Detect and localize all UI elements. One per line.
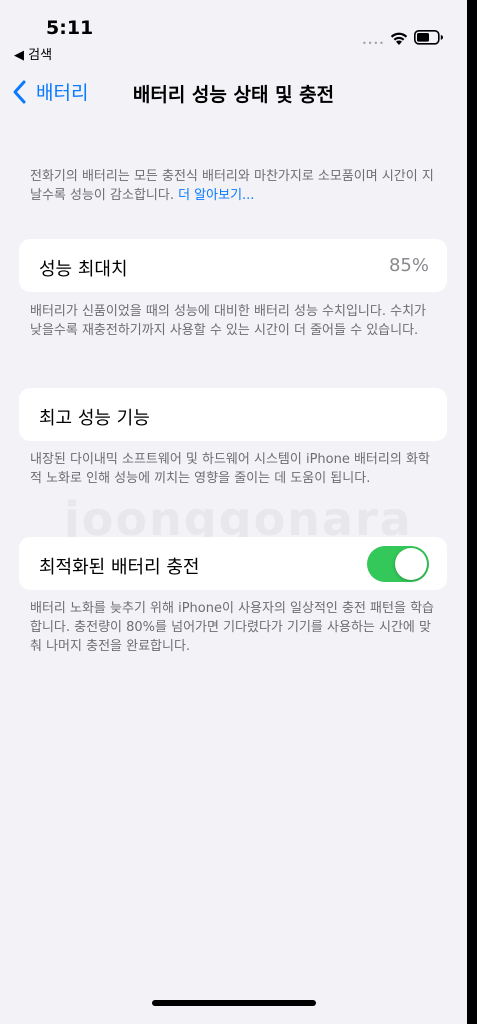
wifi-icon (390, 32, 408, 45)
intro-footnote: 전화기의 배터리는 모든 충전식 배터리와 마찬가지로 소모품이며 시간이 지날… (30, 167, 440, 205)
optimized-charging-toggle[interactable] (367, 546, 429, 582)
optimized-charging-footnote: 배터리 노화를 늦추기 위해 iPhone이 사용자의 일상적인 충전 패턴을 … (30, 601, 434, 654)
max-capacity-label: 성능 최대치 (39, 259, 128, 280)
battery-icon (414, 30, 443, 45)
back-to-search-link[interactable]: ◀ 검색 (14, 44, 52, 63)
peak-performance-label: 최고 성능 기능 (39, 408, 150, 429)
learn-more-link[interactable]: 더 알아보기... (178, 188, 254, 203)
peak-performance-footnote: 내장된 다이내믹 소프트웨어 및 하드웨어 시스템이 iPhone 배터리의 화… (30, 452, 430, 486)
status-bar: 5:11 ◀ 검색 •••• (0, 0, 467, 63)
navigation-bar: 배터리 배터리 성능 상태 및 충전 (0, 70, 467, 114)
max-capacity-footnote: 배터리가 신품이었을 때의 성능에 대비한 배터리 성능 수치입니다. 수치가 … (30, 304, 426, 338)
signal-dots-icon: •••• (362, 39, 385, 48)
peak-performance-row: 최고 성능 기능 (19, 388, 447, 441)
max-capacity-value: 85% (388, 255, 429, 276)
optimized-charging-row: 최적화된 배터리 충전 (19, 537, 447, 590)
toggle-knob (395, 548, 427, 580)
status-time: 5:11 (46, 17, 94, 39)
home-indicator[interactable] (152, 1000, 316, 1006)
max-capacity-row: 성능 최대치 85% (19, 239, 447, 292)
optimized-charging-label: 최적화된 배터리 충전 (39, 557, 200, 578)
settings-screen: 5:11 ◀ 검색 •••• 배터리 배터리 성능 상태 및 충전 전화기의 배… (0, 0, 467, 1024)
page-title: 배터리 성능 상태 및 충전 (132, 84, 335, 106)
